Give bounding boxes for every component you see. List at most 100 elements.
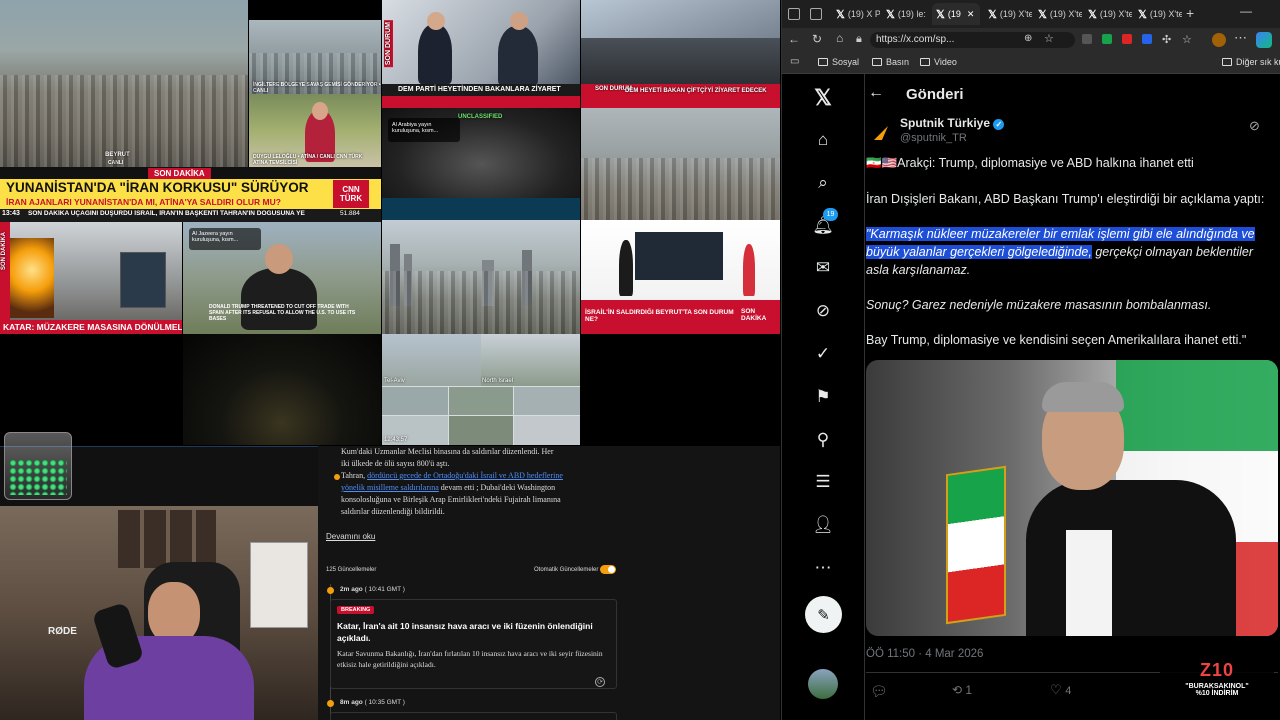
cnn-subheadline: İRAN AJANLARI YUNANİSTAN'DA MI, ATİNA'YA… [6, 197, 281, 207]
promo-discount: %10 İNDİRİM [1195, 690, 1239, 697]
beyrut-label: BEYRUT [105, 152, 130, 158]
account-avatar[interactable] [808, 669, 838, 699]
profile-icon[interactable]: 👤︎ [811, 513, 835, 537]
tablet-icon[interactable]: ▭ [790, 56, 799, 67]
card2-time: 8m ago ( 10:35 GMT ) [340, 699, 405, 706]
katar-caption: KATAR: MÜZAKERE MASASINA DÖNÜLMELİ [0, 320, 182, 334]
favorites-icon[interactable]: ☆ [1182, 33, 1192, 46]
news-bullet: Tahran, dördüncü gecede de Ortadoğu'daki… [341, 471, 563, 516]
unclassified-label: UNCLASSIFIED [458, 114, 503, 120]
verified-icon[interactable]: ✓ [811, 342, 835, 366]
extension-3-icon[interactable] [1122, 34, 1132, 44]
home-icon[interactable]: ⌂ [836, 31, 843, 45]
promo-code: "BURAKSAKINOL" [1185, 683, 1249, 690]
extension-4-icon[interactable] [1142, 34, 1152, 44]
compose-post-button[interactable]: ✎ [805, 596, 842, 633]
promo-logo: Z10 [1199, 660, 1235, 680]
jobs-icon[interactable]: ⚲ [811, 428, 835, 452]
minimize-icon[interactable]: — [1240, 4, 1252, 18]
tab-4[interactable]: 𝕏 (19) X'te [984, 3, 1032, 25]
display-name[interactable]: Sputnik Türkiye ✓ [900, 116, 1005, 130]
page-title: Gönderi [906, 86, 964, 103]
share-icon[interactable]: ⟳ [595, 677, 605, 687]
tab-2[interactable]: 𝕏 (19) le: [882, 3, 930, 25]
copilot-icon[interactable] [1256, 32, 1272, 48]
workspaces-icon[interactable] [788, 8, 800, 20]
sputnik-avatar[interactable] [868, 120, 894, 146]
timeline-dot-2 [327, 700, 334, 707]
more-menu-icon[interactable]: ⋯ [1234, 30, 1247, 46]
card1-time: 2m ago ( 10:41 GMT ) [340, 586, 405, 593]
aljazeera-feed: Al Jazeera yayın kuruluşuna, kısm... DON… [183, 222, 381, 334]
son-durum-label: SON DURUM [384, 20, 393, 68]
ticker-time: 13:43 [2, 210, 20, 217]
telaviv-label: Tel-Aviv [384, 378, 405, 384]
post-image[interactable] [866, 360, 1278, 636]
folder-icon [872, 58, 882, 66]
back-arrow-icon[interactable]: ← [868, 84, 884, 102]
post-quote: "Karmaşık nükleer müzakereler bir emlak … [866, 227, 1255, 277]
retweet-button[interactable]: ⟲ 1 [952, 683, 972, 697]
cam-time: 12:43:57 [384, 437, 408, 443]
favorite-star-icon[interactable]: ☆ [1044, 32, 1054, 45]
folder-icon [818, 58, 828, 66]
more-icon[interactable]: ⋯ [811, 556, 835, 580]
night-city-feed [183, 334, 381, 445]
x-side-nav: 𝕏 ⌂ ⌕ 🔔︎ 19 ✉ ⊘ ✓ ⚑ ⚲ ☰ 👤︎ ⋯ ✎ [782, 74, 865, 720]
extensions-icon[interactable]: ✣ [1162, 33, 1171, 46]
verified-badge-icon: ✓ [993, 119, 1005, 130]
explore-icon[interactable]: ⌕ [811, 171, 835, 195]
beyrut-sub: CANLI [108, 160, 124, 166]
live-news-page: Kum'daki Uzmanlar Meclisi binasına da sa… [318, 446, 780, 720]
fav-basin[interactable]: Basın [872, 57, 909, 67]
news-para1: Kum'daki Uzmanlar Meclisi binasına da sa… [341, 447, 554, 468]
post-timestamp: ÖÖ 11:50 · 4 Mar 2026 [866, 648, 984, 660]
tab-5[interactable]: 𝕏 (19) X'te [1034, 3, 1082, 25]
post-line-5: Bay Trump, diplomasiye ve kendisini seçe… [866, 333, 1247, 347]
fav-other[interactable]: Diğer sık kul [1222, 57, 1280, 67]
update-card-2 [330, 712, 617, 720]
tab-bar: 𝕏 (19) X P 𝕏 (19) le: 𝕏 (19 ✕ 𝕏 (19) X'te 𝕏 (1… [782, 0, 1280, 28]
tab-1[interactable]: 𝕏 (19) X P [832, 3, 880, 25]
israil-feed: İSRAİL'İN SALDIRDIĞI BEYRUT'TA SON DURUM… [581, 220, 780, 334]
back-icon[interactable]: ← [788, 32, 800, 46]
extension-1-icon[interactable] [1082, 34, 1092, 44]
north-israel-label: North Israel [482, 378, 514, 384]
handle[interactable]: @sputnik_TR [900, 132, 967, 144]
auto-updates-toggle[interactable] [600, 565, 616, 574]
promo-overlay: Z10 "BURAKSAKINOL" %10 İNDİRİM [1160, 656, 1274, 720]
grok-icon[interactable]: ⊘ [811, 299, 835, 323]
fav-sosyal[interactable]: Sosyal [818, 57, 859, 67]
cnn-logo: CNN TÜRK [333, 180, 369, 208]
read-more-link[interactable]: Devamını oku [326, 532, 375, 541]
tab-6[interactable]: 𝕏 (19) X'te [1084, 3, 1132, 25]
zoom-icon[interactable]: ⊕ [1024, 33, 1032, 44]
bullet-dot [334, 474, 340, 480]
duygu-caption: DUYGU LELOĞLU • ATİNA / CANLI CNN TÜRK A… [253, 154, 363, 166]
ticker-index: 51.884 [340, 210, 360, 217]
trump-caption: DONALD TRUMP THREATENED TO CUT OFF TRADE… [209, 304, 356, 322]
new-tab-icon[interactable]: + [1186, 5, 1194, 21]
home-nav-icon[interactable]: ⌂ [811, 128, 835, 152]
grok-post-icon[interactable]: ⊘ [1249, 118, 1260, 134]
cnn-banner: SON DAKİKA YUNANİSTAN'DA "İRAN KORKUSU" … [0, 167, 381, 222]
mic-brand: RØDE [48, 626, 77, 637]
folder-icon [1222, 58, 1232, 66]
tab-7[interactable]: 𝕏 (19) X'te [1134, 3, 1182, 25]
extension-2-icon[interactable] [1102, 34, 1112, 44]
close-tab-icon: ✕ [966, 8, 975, 19]
refresh-icon[interactable]: ↻ [812, 32, 822, 46]
iran-flag [946, 465, 1006, 625]
thermal-feed: Al Arabiya yayın kuruluşuna, kısm... UNC… [382, 108, 580, 220]
notifications-icon[interactable]: 🔔︎ 19 [811, 208, 838, 238]
reply-icon[interactable]: 💬︎ [870, 683, 888, 700]
profile-avatar[interactable] [1212, 33, 1226, 47]
fav-video[interactable]: Video [920, 57, 957, 67]
bookmarks-icon[interactable]: ⚑ [811, 385, 835, 409]
messages-icon[interactable]: ✉ [811, 256, 835, 280]
like-button[interactable]: ♡ 4 [1050, 682, 1071, 698]
tab-3-active[interactable]: 𝕏 (19 ✕ [932, 3, 980, 25]
lists-icon[interactable]: ☰ [811, 470, 835, 494]
x-logo-icon[interactable]: 𝕏 [811, 85, 835, 110]
tab-actions-icon[interactable] [810, 8, 822, 20]
